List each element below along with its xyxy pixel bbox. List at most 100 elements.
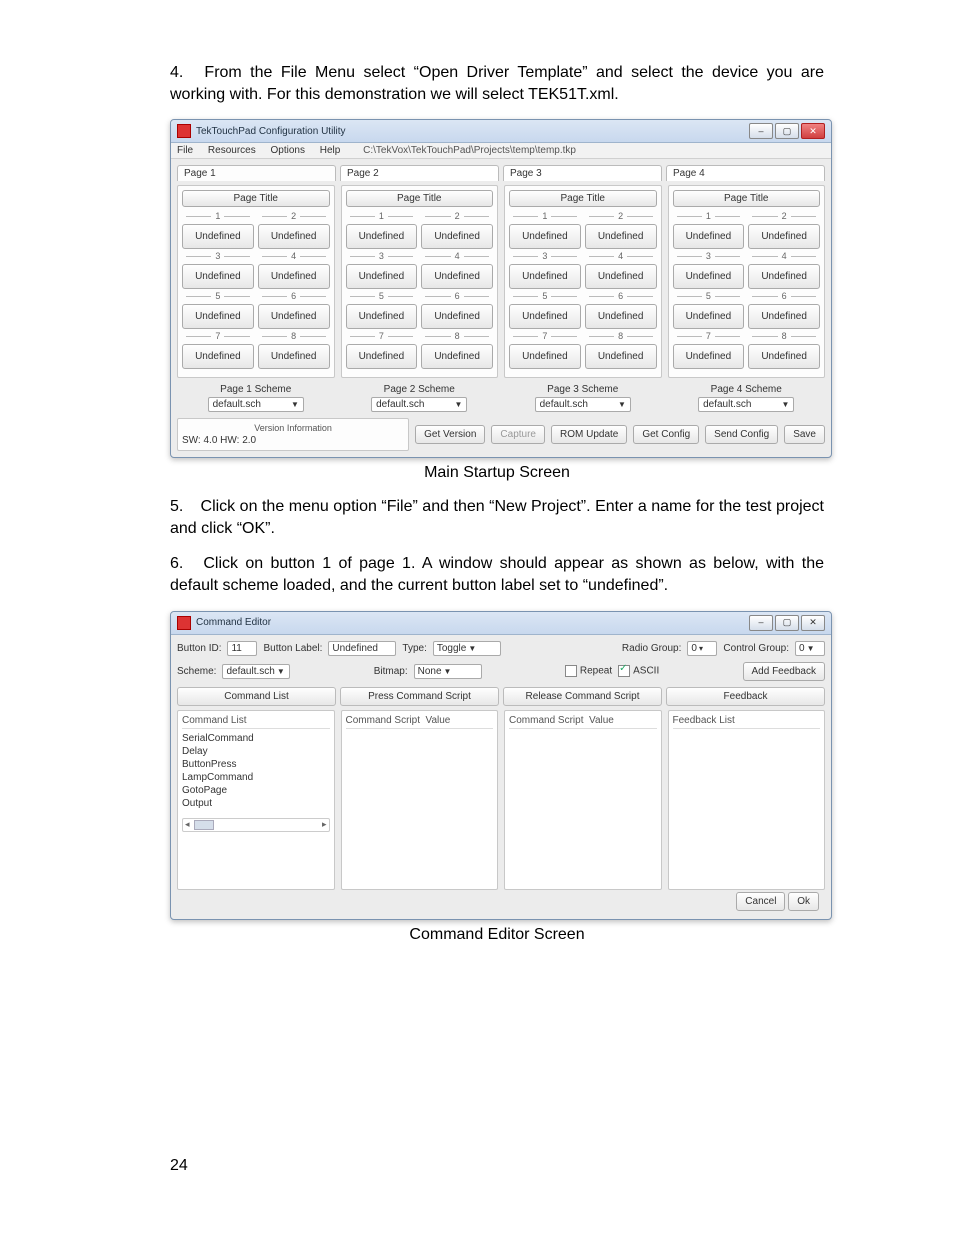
- menu-options[interactable]: Options: [271, 145, 305, 156]
- cell-number: 4: [614, 251, 627, 261]
- scheme-select[interactable]: default.sch▼: [698, 397, 794, 412]
- step-4-text: From the File Menu select “Open Driver T…: [170, 64, 824, 103]
- page-button-8[interactable]: Undefined: [748, 344, 820, 369]
- page-button-2[interactable]: Undefined: [585, 224, 657, 249]
- ok-button[interactable]: Ok: [788, 892, 819, 911]
- tab-page-4[interactable]: Page 4: [666, 165, 825, 181]
- page-button-5[interactable]: Undefined: [673, 304, 745, 329]
- scheme-select[interactable]: default.sch▼: [535, 397, 631, 412]
- close-button[interactable]: ✕: [801, 615, 825, 631]
- page-button-7[interactable]: Undefined: [509, 344, 581, 369]
- page-button-3[interactable]: Undefined: [673, 264, 745, 289]
- tab-feedback[interactable]: Feedback: [666, 687, 825, 706]
- minimize-button[interactable]: –: [749, 615, 773, 631]
- page-button-4[interactable]: Undefined: [258, 264, 330, 289]
- tab-command-list[interactable]: Command List: [177, 687, 336, 706]
- page-button-4[interactable]: Undefined: [585, 264, 657, 289]
- page-button-6[interactable]: Undefined: [748, 304, 820, 329]
- page-button-2[interactable]: Undefined: [748, 224, 820, 249]
- scheme-label: Page 4 Scheme: [668, 384, 826, 395]
- radio-group-select[interactable]: 0▾: [687, 641, 717, 656]
- rom-update-button[interactable]: ROM Update: [551, 425, 627, 444]
- maximize-button[interactable]: ▢: [775, 615, 799, 631]
- page-button-7[interactable]: Undefined: [673, 344, 745, 369]
- button-id-field[interactable]: 11: [227, 641, 257, 656]
- command-list-item[interactable]: ButtonPress: [182, 758, 330, 771]
- chevron-down-icon: ▼: [277, 667, 285, 676]
- page-title-button[interactable]: Page Title: [509, 190, 657, 207]
- get-config-button[interactable]: Get Config: [633, 425, 699, 444]
- page-column-3: Page Title1Undefined2Undefined3Undefined…: [504, 185, 662, 378]
- page-button-8[interactable]: Undefined: [421, 344, 493, 369]
- add-feedback-button[interactable]: Add Feedback: [743, 662, 826, 681]
- page-button-3[interactable]: Undefined: [509, 264, 581, 289]
- page-title-button[interactable]: Page Title: [673, 190, 821, 207]
- page-button-2[interactable]: Undefined: [258, 224, 330, 249]
- window-title: Command Editor: [196, 617, 749, 628]
- save-button[interactable]: Save: [784, 425, 825, 444]
- command-list-item[interactable]: SerialCommand: [182, 732, 330, 745]
- menu-file[interactable]: File: [177, 145, 193, 156]
- page-button-7[interactable]: Undefined: [346, 344, 418, 369]
- control-group-select[interactable]: 0▼: [795, 641, 825, 656]
- scheme-column: Page 3 Schemedefault.sch▼: [504, 384, 662, 412]
- bitmap-select[interactable]: None▼: [414, 664, 482, 679]
- scheme-select[interactable]: default.sch▼: [371, 397, 467, 412]
- page-button-5[interactable]: Undefined: [346, 304, 418, 329]
- type-select[interactable]: Toggle▼: [433, 641, 501, 656]
- page-button-1[interactable]: Undefined: [509, 224, 581, 249]
- menu-resources[interactable]: Resources: [208, 145, 256, 156]
- tab-page-3[interactable]: Page 3: [503, 165, 662, 181]
- page-button-1[interactable]: Undefined: [346, 224, 418, 249]
- get-version-button[interactable]: Get Version: [415, 425, 485, 444]
- page-title-button[interactable]: Page Title: [346, 190, 494, 207]
- page-button-6[interactable]: Undefined: [258, 304, 330, 329]
- page-button-8[interactable]: Undefined: [585, 344, 657, 369]
- command-list-item[interactable]: LampCommand: [182, 771, 330, 784]
- page-button-5[interactable]: Undefined: [182, 304, 254, 329]
- command-list-item[interactable]: GotoPage: [182, 784, 330, 797]
- scheme-select[interactable]: default.sch▼: [208, 397, 304, 412]
- tab-release-script[interactable]: Release Command Script: [503, 687, 662, 706]
- cancel-button[interactable]: Cancel: [736, 892, 785, 911]
- tab-page-1[interactable]: Page 1: [177, 165, 336, 181]
- page-button-2[interactable]: Undefined: [421, 224, 493, 249]
- menu-help[interactable]: Help: [320, 145, 341, 156]
- send-config-button[interactable]: Send Config: [705, 425, 778, 444]
- screenshot-command-editor: Command Editor – ▢ ✕ Button ID: 11 Butto…: [170, 611, 832, 920]
- page-button-4[interactable]: Undefined: [748, 264, 820, 289]
- page-button-1[interactable]: Undefined: [182, 224, 254, 249]
- page-button-6[interactable]: Undefined: [421, 304, 493, 329]
- page-button-3[interactable]: Undefined: [346, 264, 418, 289]
- cell-number: 7: [702, 331, 715, 341]
- maximize-button[interactable]: ▢: [775, 123, 799, 139]
- page-title-button[interactable]: Page Title: [182, 190, 330, 207]
- page-button-6[interactable]: Undefined: [585, 304, 657, 329]
- page-button-8[interactable]: Undefined: [258, 344, 330, 369]
- tab-page-2[interactable]: Page 2: [340, 165, 499, 181]
- window-titlebar: Command Editor – ▢ ✕: [171, 612, 831, 635]
- tab-press-script[interactable]: Press Command Script: [340, 687, 499, 706]
- page-button-4[interactable]: Undefined: [421, 264, 493, 289]
- cell-number: 2: [614, 211, 627, 221]
- step-4: 4. From the File Menu select “Open Drive…: [170, 62, 824, 105]
- page-button-5[interactable]: Undefined: [509, 304, 581, 329]
- ascii-checkbox[interactable]: ASCII: [618, 665, 659, 677]
- step-4-num: 4.: [170, 62, 196, 84]
- version-info-text: SW: 4.0 HW: 2.0: [182, 435, 404, 446]
- capture-button[interactable]: Capture: [491, 425, 545, 444]
- close-button[interactable]: ✕: [801, 123, 825, 139]
- page-button-1[interactable]: Undefined: [673, 224, 745, 249]
- horizontal-scrollbar[interactable]: ◂ ▸: [182, 818, 330, 832]
- minimize-button[interactable]: –: [749, 123, 773, 139]
- cell-number: 4: [287, 251, 300, 261]
- command-list-item[interactable]: Output: [182, 797, 330, 810]
- chevron-down-icon: ▼: [618, 400, 626, 409]
- command-list-item[interactable]: Delay: [182, 745, 330, 758]
- repeat-checkbox[interactable]: Repeat: [565, 665, 612, 677]
- page-button-7[interactable]: Undefined: [182, 344, 254, 369]
- version-info-title: Version Information: [182, 423, 404, 433]
- button-label-field[interactable]: Undefined: [328, 641, 396, 656]
- scheme-select[interactable]: default.sch▼: [222, 664, 290, 679]
- page-button-3[interactable]: Undefined: [182, 264, 254, 289]
